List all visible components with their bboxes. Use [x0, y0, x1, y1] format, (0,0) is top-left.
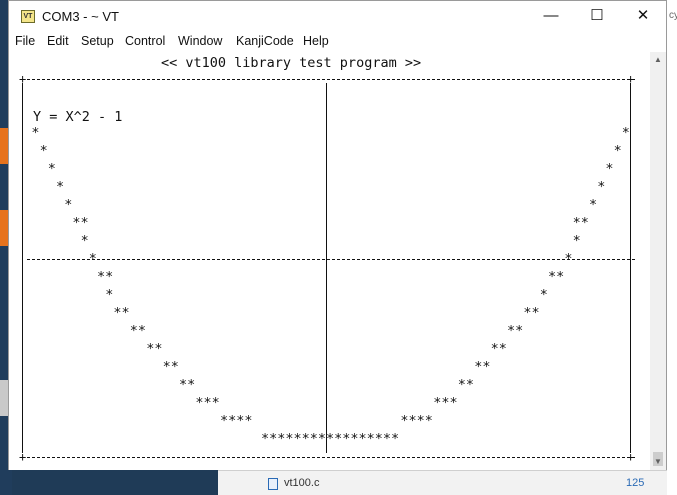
menu-bar: File Edit Setup Control Window KanjiCode… — [9, 31, 666, 52]
scroll-up-arrow-icon[interactable]: ▲ — [650, 52, 666, 68]
plot-point-left: ** — [146, 341, 163, 357]
frame-top-border — [27, 79, 635, 80]
plot-point-right: * — [613, 143, 622, 159]
file-name[interactable]: vt100.c — [284, 477, 319, 489]
frame-bottom-border — [27, 457, 635, 458]
vt-terminal-window: VT COM3 - ~ VT — ☐ ✕ File Edit Setup Con… — [8, 0, 667, 470]
menu-edit[interactable]: Edit — [47, 34, 69, 48]
vertical-scrollbar[interactable]: ▲ ▼ — [650, 52, 666, 470]
menu-window[interactable]: Window — [178, 34, 222, 48]
plot-point-right: **** — [400, 413, 433, 429]
plot-point-right: ** — [457, 377, 475, 393]
frame-corner: + — [627, 450, 635, 464]
menu-help[interactable]: Help — [303, 34, 329, 48]
plot-point-right: * — [605, 161, 614, 177]
plot-point-right: * — [564, 251, 573, 267]
plot-point-right: * — [597, 179, 606, 195]
plot-point-right: ** — [548, 269, 565, 285]
plot-point-left: ** — [129, 323, 147, 339]
plot-point-right: ** — [572, 215, 589, 231]
terminal-screen[interactable]: << vt100 library test program >> Y = X^2… — [9, 52, 650, 470]
line-number: 125 — [626, 477, 645, 489]
plot-point-left: ** — [179, 377, 196, 393]
plot-point-right: * — [589, 197, 598, 213]
background-file-tree: vt100.c 125 — [218, 470, 667, 495]
plot-point-right: * — [572, 233, 581, 249]
scroll-down-arrow-icon[interactable]: ▼ — [650, 454, 666, 470]
plot-point-left: * — [64, 197, 73, 213]
plot-point-right: ** — [507, 323, 524, 339]
plot-point-left: * — [88, 251, 97, 267]
plot-point-left: ** — [162, 359, 179, 375]
frame-corner: + — [627, 72, 635, 86]
plot-point-right: ** — [474, 359, 491, 375]
plot-point-left: **** — [220, 413, 253, 429]
plot-point-left: ** — [113, 305, 130, 321]
plot-point-right: ** — [523, 305, 540, 321]
program-header: << vt100 library test program >> — [161, 55, 422, 71]
menu-kanjicode[interactable]: KanjiCode — [236, 34, 294, 48]
plot-point-left: * — [105, 287, 114, 303]
x-axis-line — [27, 259, 635, 260]
plot-point-left: * — [39, 143, 48, 159]
title-bar[interactable]: VT COM3 - ~ VT — ☐ ✕ — [9, 1, 666, 31]
frame-corner: + — [19, 450, 27, 464]
frame-left-border — [22, 83, 23, 453]
plot-point-right: * — [621, 125, 630, 141]
frame-right-border — [630, 83, 631, 453]
c-file-icon — [268, 478, 278, 490]
plot-point-bottom: ***************** — [261, 431, 400, 447]
y-axis-line — [326, 83, 327, 453]
menu-setup[interactable]: Setup — [81, 34, 114, 48]
background-editor-window: cy — [666, 0, 677, 495]
frame-corner: + — [19, 72, 27, 86]
window-title: COM3 - ~ VT — [42, 9, 119, 24]
minimize-button[interactable]: — — [528, 1, 574, 31]
maximize-button[interactable]: ☐ — [574, 1, 620, 31]
plot-point-right: ** — [490, 341, 507, 357]
plot-point-right: *** — [433, 395, 458, 411]
plot-point-right: * — [539, 287, 548, 303]
formula-label: Y = X^2 - 1 — [33, 109, 123, 125]
close-button[interactable]: ✕ — [620, 1, 666, 31]
plot-point-left: * — [56, 179, 65, 195]
menu-file[interactable]: File — [15, 34, 35, 48]
plot-point-left: *** — [195, 395, 220, 411]
menu-control[interactable]: Control — [125, 34, 165, 48]
plot-point-left: ** — [97, 269, 114, 285]
plot-point-left: ** — [72, 215, 89, 231]
background-text: cy — [669, 10, 677, 21]
plot-point-left: * — [80, 233, 89, 249]
vt-app-icon[interactable]: VT — [21, 10, 35, 23]
plot-point-left: * — [47, 161, 56, 177]
plot-point-left: * — [31, 125, 40, 141]
